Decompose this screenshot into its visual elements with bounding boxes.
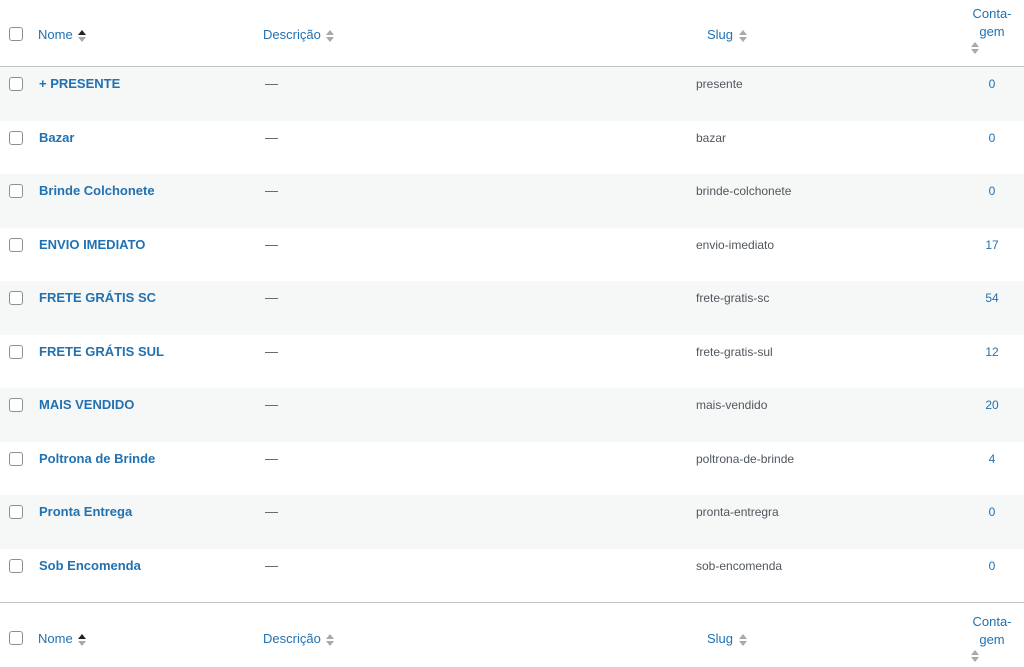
- table-row: FRETE GRÁTIS SUL — frete-gratis-sul 12: [0, 335, 1024, 389]
- tag-description: —: [265, 236, 278, 252]
- table-row: + PRESENTE — presente 0: [0, 67, 1024, 121]
- sort-icon: [326, 29, 335, 42]
- column-count-label-line2: gem: [979, 24, 1005, 39]
- tag-name-link[interactable]: Brinde Colchonete: [39, 183, 155, 198]
- tag-count-link[interactable]: 12: [960, 345, 1024, 359]
- table-row: FRETE GRÁTIS SC — frete-gratis-sc 54: [0, 281, 1024, 335]
- column-description-label: Descrição: [263, 27, 321, 42]
- row-checkbox[interactable]: [9, 398, 23, 412]
- table-footer: Nome Descrição Slug Conta- gem: [0, 602, 1024, 665]
- tag-description: —: [265, 343, 278, 359]
- tag-count-link[interactable]: 0: [960, 131, 1024, 145]
- tag-description: —: [265, 504, 278, 519]
- table-row: Poltrona de Brinde — poltrona-de-brinde 4: [0, 442, 1024, 496]
- tag-count-link[interactable]: 0: [960, 559, 1024, 573]
- tag-count-link[interactable]: 17: [960, 238, 1024, 252]
- sort-asc-icon: [78, 29, 87, 42]
- tag-count-link[interactable]: 4: [960, 452, 1024, 466]
- column-count-label-line1: Conta-: [972, 6, 1012, 21]
- sort-by-count[interactable]: Conta- gem: [960, 5, 1024, 59]
- row-checkbox[interactable]: [9, 291, 23, 305]
- row-checkbox[interactable]: [9, 344, 23, 359]
- tag-count-link[interactable]: 0: [960, 77, 1024, 91]
- tag-description: —: [265, 557, 278, 573]
- tag-count-link[interactable]: 20: [960, 398, 1024, 412]
- tags-table: Nome Descrição Slug Conta- gem + PRESENT: [0, 0, 1024, 665]
- column-description-label: Descrição: [263, 631, 321, 646]
- column-count-label-line2: gem: [979, 632, 1005, 647]
- tag-slug: frete-gratis-sul: [696, 344, 773, 359]
- tag-slug: poltrona-de-brinde: [696, 451, 795, 466]
- table-row: Bazar — bazar 0: [0, 121, 1024, 175]
- tag-description: —: [265, 129, 278, 145]
- table-row: Pronta Entrega — pronta-entregra 0: [0, 495, 1024, 549]
- tag-name-link[interactable]: ENVIO IMEDIATO: [39, 237, 145, 252]
- sort-by-name-footer[interactable]: Nome: [38, 631, 87, 646]
- tag-description: —: [265, 397, 278, 412]
- row-checkbox[interactable]: [9, 505, 23, 519]
- tag-name-link[interactable]: Pronta Entrega: [39, 504, 132, 519]
- sort-by-description[interactable]: Descrição: [263, 27, 335, 42]
- sort-by-description-footer[interactable]: Descrição: [263, 631, 335, 646]
- tag-slug: presente: [696, 77, 743, 91]
- tag-name-link[interactable]: Sob Encomenda: [39, 558, 141, 573]
- tag-slug: bazar: [696, 130, 727, 145]
- tag-slug: brinde-colchonete: [696, 184, 792, 198]
- sort-icon: [738, 633, 747, 646]
- column-count-label-line1: Conta-: [972, 614, 1012, 629]
- tag-slug: frete-gratis-sc: [696, 291, 770, 305]
- tag-slug: envio-imediato: [696, 237, 775, 252]
- sort-by-count-footer[interactable]: Conta- gem: [960, 613, 1024, 667]
- tag-name-link[interactable]: FRETE GRÁTIS SC: [39, 290, 156, 305]
- sort-by-slug[interactable]: Slug: [707, 27, 747, 42]
- sort-icon: [738, 29, 747, 42]
- tag-slug: mais-vendido: [696, 398, 768, 412]
- table-row: Brinde Colchonete — brinde-colchonete 0: [0, 174, 1024, 228]
- row-checkbox[interactable]: [9, 130, 23, 145]
- sort-icon: [326, 633, 335, 646]
- table-row: ENVIO IMEDIATO — envio-imediato 17: [0, 228, 1024, 282]
- select-all-checkbox-footer[interactable]: [9, 631, 23, 645]
- tag-name-link[interactable]: + PRESENTE: [39, 76, 120, 91]
- column-slug-label: Slug: [707, 27, 734, 42]
- tag-slug: pronta-entregra: [696, 505, 779, 519]
- tag-description: —: [265, 450, 278, 466]
- row-checkbox[interactable]: [9, 77, 23, 91]
- tag-description: —: [265, 183, 278, 198]
- sort-by-slug-footer[interactable]: Slug: [707, 631, 747, 646]
- tag-count-link[interactable]: 0: [960, 505, 1024, 519]
- tag-description: —: [265, 76, 278, 91]
- select-all-checkbox[interactable]: [9, 27, 23, 41]
- tag-count-link[interactable]: 0: [960, 184, 1024, 198]
- sort-by-name[interactable]: Nome: [38, 27, 87, 42]
- sort-icon: [971, 42, 979, 54]
- row-checkbox[interactable]: [9, 184, 23, 198]
- row-checkbox[interactable]: [9, 451, 23, 466]
- tag-count-link[interactable]: 54: [960, 291, 1024, 305]
- tag-name-link[interactable]: FRETE GRÁTIS SUL: [39, 344, 164, 359]
- table-row: Sob Encomenda — sob-encomenda 0: [0, 549, 1024, 603]
- tag-description: —: [265, 290, 278, 305]
- sort-icon: [971, 650, 979, 662]
- column-slug-label: Slug: [707, 631, 734, 646]
- column-name-label: Nome: [38, 27, 73, 42]
- tag-slug: sob-encomenda: [696, 558, 783, 573]
- tag-name-link[interactable]: Poltrona de Brinde: [39, 451, 155, 466]
- row-checkbox[interactable]: [9, 237, 23, 252]
- table-body: + PRESENTE — presente 0 Bazar — bazar 0 Brinde C…: [0, 67, 1024, 602]
- column-name-label: Nome: [38, 631, 73, 646]
- sort-asc-icon: [78, 633, 87, 646]
- row-checkbox[interactable]: [9, 558, 23, 573]
- table-row: MAIS VENDIDO — mais-vendido 20: [0, 388, 1024, 442]
- tag-name-link[interactable]: Bazar: [39, 130, 74, 145]
- tag-name-link[interactable]: MAIS VENDIDO: [39, 397, 134, 412]
- table-header: Nome Descrição Slug Conta- gem: [0, 0, 1024, 67]
